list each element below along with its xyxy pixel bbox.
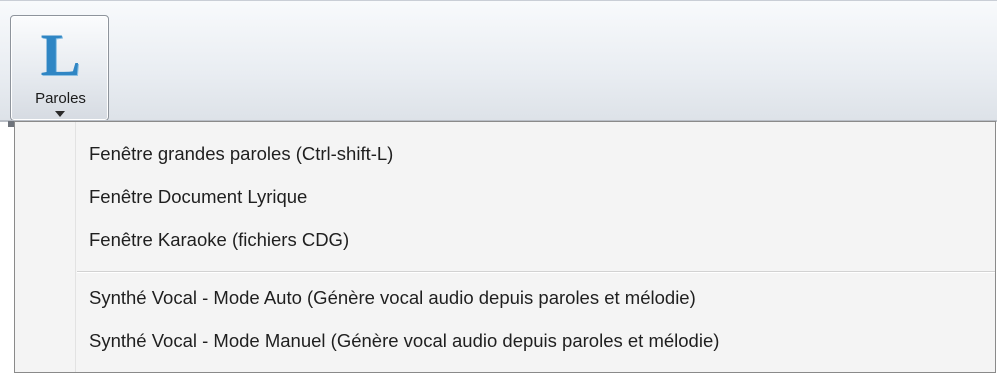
- menu-item-synthe-vocal-manuel[interactable]: Synthé Vocal - Mode Manuel (Génère vocal…: [89, 324, 719, 358]
- menu-item-grandes-paroles[interactable]: Fenêtre grandes paroles (Ctrl-shift-L): [89, 137, 393, 171]
- menu-separator-highlight: [77, 272, 995, 273]
- paroles-dropdown-menu: Fenêtre grandes paroles (Ctrl-shift-L) F…: [14, 121, 996, 373]
- menu-item-synthe-vocal-auto[interactable]: Synthé Vocal - Mode Auto (Génère vocal a…: [89, 281, 696, 315]
- menu-icon-gutter: [75, 122, 76, 372]
- menu-item-karaoke[interactable]: Fenêtre Karaoke (fichiers CDG): [89, 223, 349, 257]
- menu-item-document-lyrique[interactable]: Fenêtre Document Lyrique: [89, 180, 307, 214]
- lyrics-icon: L: [40, 22, 81, 88]
- paroles-button[interactable]: L Paroles: [10, 15, 109, 121]
- paroles-button-label: Paroles: [35, 90, 86, 107]
- dropdown-arrow-icon[interactable]: [55, 111, 65, 117]
- toolbar: L Paroles: [0, 0, 997, 122]
